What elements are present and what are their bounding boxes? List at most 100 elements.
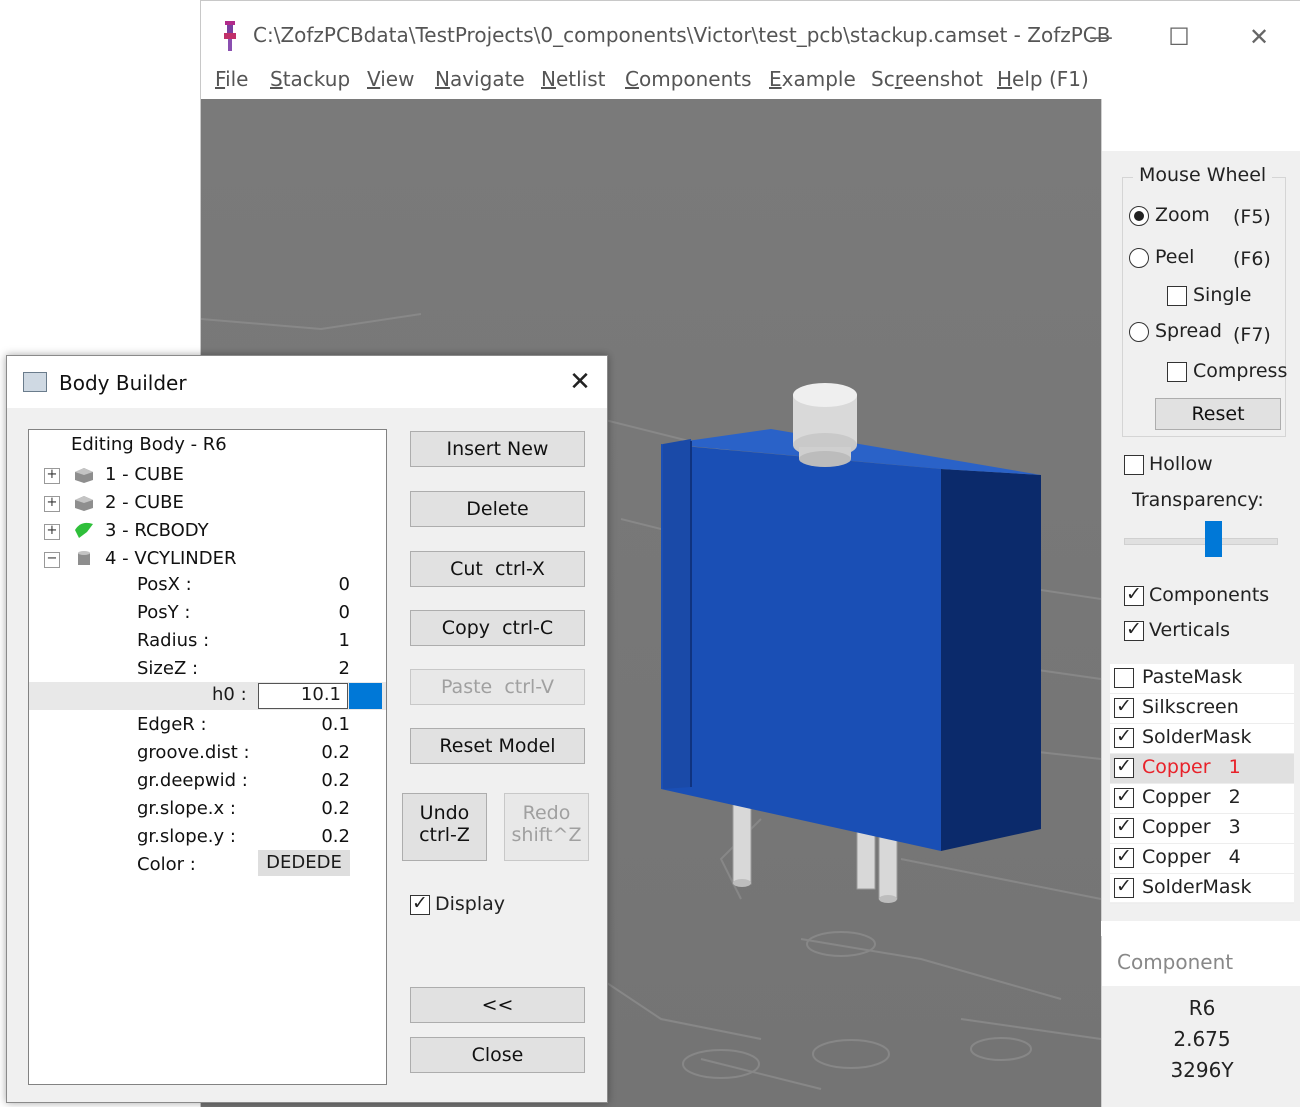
menu-help[interactable]: Help (F1) (997, 67, 1089, 91)
tree-node-label: 4 - VCYLINDER (105, 548, 237, 569)
layer-row-silkscreen[interactable]: Silkscreen (1110, 694, 1294, 724)
component-value: 2.675 (1173, 1027, 1231, 1051)
zoom-radio[interactable] (1129, 206, 1149, 226)
collapse-icon[interactable]: − (44, 552, 60, 568)
property-row-posx[interactable]: PosX : 0 (29, 574, 386, 600)
window-title: C:\ZofzPCBdata\TestProjects\0_components… (253, 23, 1111, 47)
mouse-wheel-group: Mouse Wheel Zoom (F5) Peel (F6) Single S… (1122, 164, 1287, 437)
layer-row-soldermask-bottom[interactable]: SolderMask (1110, 874, 1294, 904)
dialog-close-button[interactable]: ✕ (562, 366, 598, 398)
single-checkbox[interactable] (1167, 286, 1187, 306)
h0-edit-field[interactable]: 10.1 (258, 683, 348, 709)
peel-shortcut: (F6) (1233, 248, 1271, 270)
body-tree[interactable]: Editing Body - R6 + 1 - CUBE + 2 - CUBE … (28, 429, 387, 1085)
close-window-button[interactable]: ✕ (1239, 19, 1279, 55)
maximize-button[interactable]: ☐ (1159, 19, 1199, 55)
transparency-label: Transparency: (1132, 489, 1264, 511)
property-row-groove-dist[interactable]: groove.dist : 0.2 (29, 742, 386, 768)
expand-icon[interactable]: + (44, 468, 60, 484)
paste-button[interactable]: Paste ctrl-V (410, 669, 585, 705)
property-name: Radius : (137, 630, 210, 651)
undo-button[interactable]: Undo ctrl-Z (402, 793, 487, 861)
compress-checkbox[interactable] (1167, 362, 1187, 382)
layer-list: PasteMask Silkscreen SolderMask Copper 1… (1110, 664, 1294, 904)
property-row-radius[interactable]: Radius : 1 (29, 630, 386, 656)
component-title: Component (1117, 950, 1234, 974)
menu-stackup[interactable]: Stackup (270, 67, 350, 91)
menu-navigate[interactable]: Navigate (435, 67, 525, 91)
property-row-edger[interactable]: EdgeR : 0.1 (29, 714, 386, 740)
tree-node-3-rcbody[interactable]: + 3 - RCBODY (29, 518, 386, 544)
property-name: gr.slope.y : (137, 826, 236, 847)
hollow-checkbox[interactable] (1124, 455, 1144, 475)
layer-checkbox[interactable] (1114, 695, 1134, 718)
close-button[interactable]: Close (410, 1037, 585, 1073)
copy-button[interactable]: Copy ctrl-C (410, 610, 585, 646)
property-row-sizez[interactable]: SizeZ : 2 (29, 658, 386, 684)
layer-checkbox[interactable] (1114, 725, 1134, 748)
tree-node-2-cube[interactable]: + 2 - CUBE (29, 490, 386, 516)
display-checkbox[interactable] (410, 892, 430, 915)
display-label: Display (435, 893, 506, 915)
verticals-checkbox[interactable] (1124, 618, 1144, 641)
zofzpcb-app-icon (224, 21, 236, 51)
property-value: 0 (338, 602, 350, 623)
reset-model-button[interactable]: Reset Model (410, 728, 585, 764)
property-row-gr-slope-x[interactable]: gr.slope.x : 0.2 (29, 798, 386, 824)
layer-checkbox[interactable] (1114, 875, 1134, 898)
insert-new-button[interactable]: Insert New (410, 431, 585, 467)
transparency-slider-thumb[interactable] (1205, 521, 1222, 557)
expand-icon[interactable]: + (44, 524, 60, 540)
tree-root-label: Editing Body - R6 (71, 434, 227, 455)
cut-button[interactable]: Cut ctrl-X (410, 551, 585, 587)
tree-node-4-vcylinder[interactable]: − 4 - VCYLINDER (29, 546, 386, 572)
delete-button[interactable]: Delete (410, 491, 585, 527)
layer-row-copper-1[interactable]: Copper 1 (1110, 754, 1294, 784)
transparency-slider-track[interactable] (1124, 538, 1278, 545)
property-row-gr-slope-y[interactable]: gr.slope.y : 0.2 (29, 826, 386, 852)
mouse-wheel-legend: Mouse Wheel (1133, 164, 1273, 186)
component-name: R6 (1188, 996, 1216, 1020)
view-options-panel: Mouse Wheel Zoom (F5) Peel (F6) Single S… (1101, 99, 1300, 921)
single-label: Single (1193, 284, 1252, 306)
menu-screenshot[interactable]: Screenshot (871, 67, 983, 91)
expand-icon[interactable]: + (44, 496, 60, 512)
menu-netlist[interactable]: Netlist (541, 67, 606, 91)
title-bar: C:\ZofzPCBdata\TestProjects\0_components… (201, 1, 1300, 61)
property-name: gr.slope.x : (137, 798, 236, 819)
spread-radio[interactable] (1129, 322, 1149, 342)
layer-label: Copper 2 (1142, 786, 1241, 808)
menu-file[interactable]: File (215, 67, 248, 91)
layer-checkbox[interactable] (1114, 845, 1134, 868)
layer-checkbox[interactable] (1114, 755, 1134, 778)
layer-checkbox[interactable] (1114, 815, 1134, 838)
reset-button[interactable]: Reset (1155, 398, 1281, 430)
menu-components[interactable]: Components (625, 67, 752, 91)
layer-row-copper-3[interactable]: Copper 3 (1110, 814, 1294, 844)
property-row-posy[interactable]: PosY : 0 (29, 602, 386, 628)
property-row-gr-deepwid[interactable]: gr.deepwid : 0.2 (29, 770, 386, 796)
peel-radio[interactable] (1129, 248, 1149, 268)
collapse-button[interactable]: << (410, 987, 585, 1023)
property-name: Color : (137, 854, 196, 875)
redo-button[interactable]: Redo shift^Z (504, 793, 589, 861)
cylinder-icon (78, 551, 90, 565)
property-value: 2 (338, 658, 350, 679)
menu-view[interactable]: View (367, 67, 414, 91)
component-header: Component (1102, 936, 1300, 986)
h0-edit-selection (349, 683, 382, 709)
layer-checkbox[interactable] (1114, 785, 1134, 808)
menu-example[interactable]: Example (769, 67, 856, 91)
layer-row-pastemask[interactable]: PasteMask (1110, 664, 1294, 694)
body-builder-dialog: Body Builder ✕ Editing Body - R6 + 1 - C… (6, 355, 608, 1103)
cube-icon (75, 496, 93, 511)
tree-node-1-cube[interactable]: + 1 - CUBE (29, 462, 386, 488)
layer-row-soldermask-top[interactable]: SolderMask (1110, 724, 1294, 754)
minimize-button[interactable]: — (1081, 19, 1121, 55)
color-swatch[interactable]: DEDEDE (258, 850, 350, 876)
layer-row-copper-2[interactable]: Copper 2 (1110, 784, 1294, 814)
layer-row-copper-4[interactable]: Copper 4 (1110, 844, 1294, 874)
components-checkbox[interactable] (1124, 583, 1144, 606)
layer-checkbox[interactable] (1114, 668, 1134, 688)
spread-label: Spread (1155, 320, 1222, 342)
